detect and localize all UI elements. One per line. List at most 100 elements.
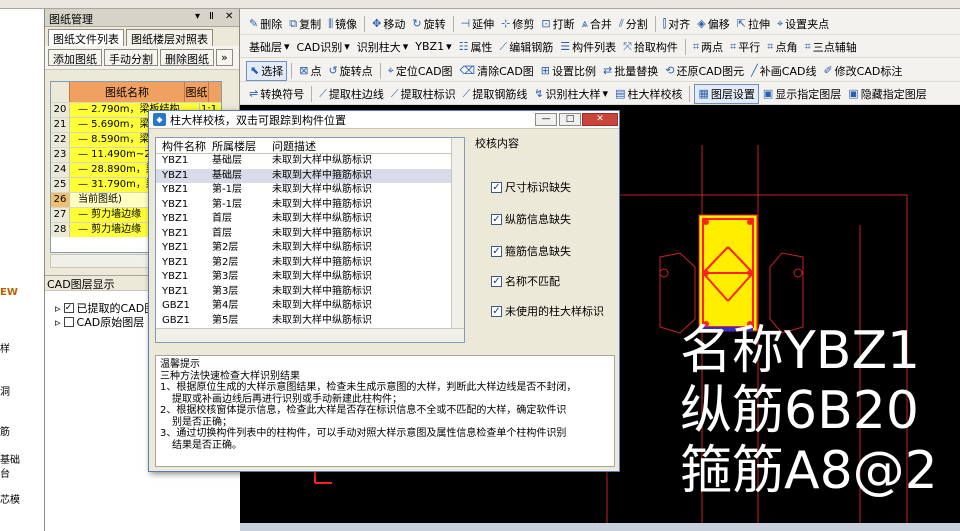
component-list-button[interactable]: ☰ 构件列表 xyxy=(557,38,619,56)
close-icon[interactable]: ✕ xyxy=(225,11,233,22)
column-header[interactable]: 构件名称 xyxy=(156,138,208,153)
restore-cad-button[interactable]: ⟲ 还原CAD图元 xyxy=(662,62,747,80)
tab-drawing-file-list[interactable]: 图纸文件列表 xyxy=(48,29,124,46)
component-select[interactable]: YBZ1 ▾ xyxy=(412,39,454,54)
left-edge-label[interactable]: EW xyxy=(0,287,18,298)
cad-icon: ▣ xyxy=(848,87,859,100)
list-item[interactable]: YBZ1 第3层 未取到大样中箍筋标识 xyxy=(156,285,464,300)
convert-symbol-button[interactable]: ⇌ 转换符号 xyxy=(246,85,307,103)
parallel-button[interactable]: ⌗ 平行 xyxy=(727,38,763,56)
locate-cad-button[interactable]: ⌖ 定位CAD图 xyxy=(385,62,456,80)
column-header[interactable]: 问题描述 xyxy=(262,138,464,153)
checkbox-icon[interactable]: ✓ xyxy=(491,245,502,257)
show-layer-button[interactable]: ▣ 显示指定图层 xyxy=(760,85,844,103)
properties-button[interactable]: ☷ 属性 xyxy=(456,38,496,56)
left-edge-label[interactable]: 洞 xyxy=(0,383,10,398)
trim-button[interactable]: ⊹ 修剪 xyxy=(498,15,537,33)
tab-drawing-floor-map[interactable]: 图纸楼层对照表 xyxy=(126,29,213,46)
list-item[interactable]: YBZ1 第3层 未取到大样中纵筋标识 xyxy=(156,270,464,285)
set-scale-button[interactable]: ⊞ 设置比例 xyxy=(538,62,599,80)
checkbox-icon[interactable]: ✓ xyxy=(491,305,502,317)
layer-settings-button[interactable]: ▦ 图层设置 xyxy=(694,83,759,104)
offset-button[interactable]: ◈ 偏移 xyxy=(694,15,732,33)
merge-button[interactable]: ⩓ 合并 xyxy=(579,15,615,33)
list-vscrollbar[interactable] xyxy=(451,138,464,328)
check-longitudinal-missing[interactable]: ✓ 纵筋信息缺失 xyxy=(491,211,571,227)
column-header[interactable]: 图纸名称 xyxy=(70,82,185,102)
point-angle-button[interactable]: ⌗ 点角 xyxy=(764,38,800,56)
recognize-column-detail-button[interactable]: ↯ 识别柱大样 ▾ xyxy=(531,85,611,103)
modify-cad-label-button[interactable]: ✐ 修改CAD标注 xyxy=(820,62,905,80)
delete-button[interactable]: ✎ 删除 xyxy=(246,15,285,33)
three-point-axis-button[interactable]: ⌗ 三点辅轴 xyxy=(802,38,860,56)
pick-component-button[interactable]: ⤧ 拾取构件 xyxy=(620,38,681,56)
dropdown-icon[interactable]: ▾ xyxy=(195,11,200,22)
list-item[interactable]: GBZ1 第4层 未取到大样中纵筋标识 xyxy=(156,299,464,314)
list-item-selected[interactable]: YBZ1 基础层 未取到大样中箍筋标识 xyxy=(156,168,464,183)
column-header[interactable]: 所属楼层 xyxy=(208,138,262,153)
clear-cad-button[interactable]: ⌫ 清除CAD图 xyxy=(457,62,537,80)
check-name-mismatch[interactable]: ✓ 名称不匹配 xyxy=(491,273,560,289)
list-hscrollbar[interactable] xyxy=(156,328,464,342)
edit-rebar-button[interactable]: ⟋ 编辑钢筋 xyxy=(497,38,557,56)
left-edge-label[interactable]: 基础 xyxy=(0,451,20,466)
column-detail-check-button[interactable]: ▤ 柱大样校核 xyxy=(612,85,685,103)
manual-split-button[interactable]: 手动分割 xyxy=(104,49,158,66)
checkbox-icon[interactable] xyxy=(63,317,74,327)
left-edge-label[interactable]: 台 xyxy=(0,465,10,480)
mirror-button[interactable]: ⫼ 镜像 xyxy=(325,15,360,33)
list-item[interactable]: YBZ1 第2层 未取到大样中纵筋标识 xyxy=(156,241,464,256)
checkbox-icon[interactable]: ✓ xyxy=(491,275,502,287)
two-point-button[interactable]: ⌗ 两点 xyxy=(690,38,726,56)
copy-button[interactable]: ⧉ 复制 xyxy=(286,15,324,33)
rotate-button[interactable]: ↻ 旋转 xyxy=(409,15,448,33)
column-detail-select[interactable]: 识别柱大 ▾ xyxy=(354,38,412,56)
list-item[interactable]: YBZ1 首层 未取到大样中纵筋标识 xyxy=(156,212,464,227)
tree-expand-icon[interactable]: ▹ xyxy=(55,302,61,315)
list-item[interactable]: YBZ1 首层 未取到大样中箍筋标识 xyxy=(156,227,464,242)
batch-replace-button[interactable]: ⇄ 批量替换 xyxy=(600,62,661,80)
draw-cad-line-button[interactable]: ╱ 补画CAD线 xyxy=(748,62,819,80)
list-item[interactable]: YBZ1 第-1层 未取到大样中纵筋标识 xyxy=(156,183,464,198)
minimize-button[interactable]: — xyxy=(535,113,557,126)
extract-column-edge-button[interactable]: ⟋ 提取柱边线 xyxy=(316,85,387,103)
checkbox-icon[interactable]: ✓ xyxy=(491,181,502,193)
break-button[interactable]: ⊡ 打断 xyxy=(538,15,577,33)
check-unused-detail-label[interactable]: ✓ 未使用的柱大样标识 xyxy=(491,303,604,319)
align-button[interactable]: ⫿ 对齐 xyxy=(660,15,694,33)
left-edge-label[interactable]: 芯模 xyxy=(0,491,20,506)
tree-expand-icon[interactable]: ▹ xyxy=(55,316,61,329)
floor-select[interactable]: 基础层 ▾ xyxy=(246,38,293,56)
point-button[interactable]: ⊠ 点 xyxy=(296,62,324,80)
list-item[interactable]: GBZ1 第5层 未取到大样中纵筋标识 xyxy=(156,314,464,329)
stretch-button[interactable]: ⇱ 拉伸 xyxy=(734,15,773,33)
split-button[interactable]: ⫽ 分割 xyxy=(616,15,651,33)
left-edge-label[interactable]: 筋 xyxy=(0,423,10,438)
close-button[interactable]: ✕ xyxy=(582,113,618,126)
list-item[interactable]: YBZ1 基础层 未取到大样中纵筋标识 xyxy=(156,154,464,169)
cad-recognition-select[interactable]: CAD识别 ▾ xyxy=(294,38,353,56)
hide-layer-button[interactable]: ▣ 隐藏指定图层 xyxy=(845,85,929,103)
delete-drawing-button[interactable]: 删除图纸 xyxy=(160,49,214,66)
select-button[interactable]: ⬉ 选择 xyxy=(246,60,288,81)
list-item[interactable]: YBZ1 第-1层 未取到大样中箍筋标识 xyxy=(156,198,464,213)
set-grip-button[interactable]: ⌖ 设置夹点 xyxy=(774,15,832,33)
list-item[interactable]: YBZ1 第2层 未取到大样中箍筋标识 xyxy=(156,256,464,271)
check-size-missing[interactable]: ✓ 尺寸标识缺失 xyxy=(491,179,571,195)
add-drawing-button[interactable]: 添加图纸 xyxy=(48,49,102,66)
extract-column-label-button[interactable]: ⟋ 提取柱标识 xyxy=(388,85,459,103)
extend-button[interactable]: ⊣ 延伸 xyxy=(458,15,498,33)
checkbox-icon[interactable]: ✓ xyxy=(63,303,74,313)
more-button[interactable]: » xyxy=(216,49,233,66)
maximize-button[interactable]: □ xyxy=(559,113,581,126)
rotate-point-button[interactable]: ↺ 旋转点 xyxy=(325,62,375,80)
pin-icon[interactable]: Ⅱ xyxy=(209,11,214,22)
layer-original[interactable]: ▹ CAD原始图层 xyxy=(55,314,144,330)
move-button[interactable]: ✥ 移动 xyxy=(369,15,408,33)
dialog-titlebar[interactable]: ◆ 柱大样校核，双击可跟踪到构件位置 — □ ✕ xyxy=(149,111,619,129)
checkbox-icon[interactable]: ✓ xyxy=(491,213,502,225)
column-header[interactable]: 图纸 xyxy=(185,82,209,102)
extract-rebar-line-button[interactable]: ⟋ 提取钢筋线 xyxy=(460,85,531,103)
check-stirrup-missing[interactable]: ✓ 箍筋信息缺失 xyxy=(491,243,571,259)
left-edge-label[interactable]: 样 xyxy=(0,340,10,355)
